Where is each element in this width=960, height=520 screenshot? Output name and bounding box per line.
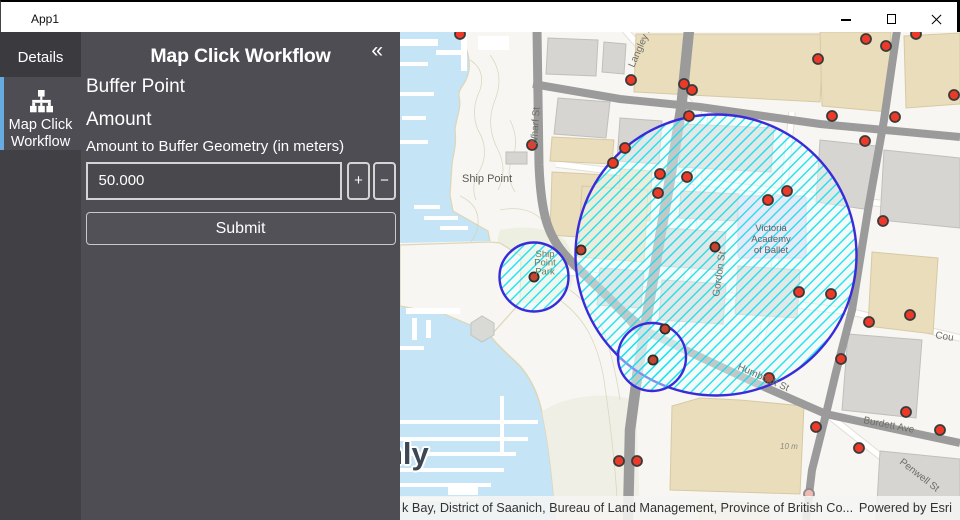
svg-text:Victoria: Victoria bbox=[755, 223, 787, 234]
svg-text:Park: Park bbox=[535, 266, 555, 277]
svg-text:Academy: Academy bbox=[751, 234, 791, 245]
svg-text:of Ballet: of Ballet bbox=[754, 245, 789, 256]
svg-text:10 m: 10 m bbox=[780, 442, 798, 451]
svg-text:Ship Point: Ship Point bbox=[462, 173, 512, 185]
